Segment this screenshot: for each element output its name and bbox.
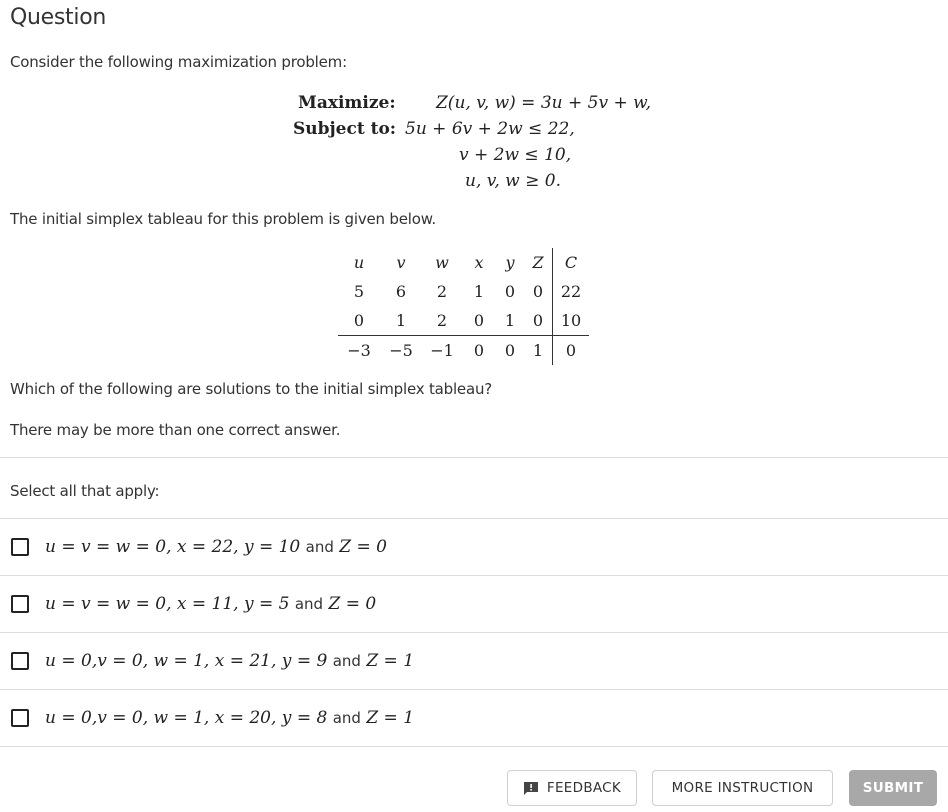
tableau-cell: 5 bbox=[353, 282, 365, 301]
submit-label: SUBMIT bbox=[862, 780, 924, 796]
feedback-icon bbox=[523, 781, 538, 795]
tableau-header: v bbox=[396, 253, 406, 272]
tableau-row: 0 1 2 0 1 0 10 bbox=[338, 306, 589, 336]
option-label[interactable]: u = v = w = 0, x = 11, y = 5 and Z = 0 bbox=[45, 594, 376, 614]
answer-option[interactable]: u = v = w = 0, x = 22, y = 10 and Z = 0 bbox=[0, 519, 948, 575]
tableau-cell: 0 bbox=[496, 335, 524, 365]
tableau-row: 5 6 2 1 0 0 22 bbox=[338, 277, 589, 306]
divider bbox=[0, 457, 948, 458]
tableau-cell: 1 bbox=[524, 335, 553, 365]
simplex-tableau: u v w x y Z C 5 6 2 1 0 0 22 0 1 2 0 1 0… bbox=[338, 248, 589, 365]
checkbox[interactable] bbox=[11, 652, 29, 670]
more-instruction-button[interactable]: MORE INSTRUCTION bbox=[652, 770, 833, 806]
tableau-cell: 0 bbox=[552, 335, 589, 365]
tableau-header: Z bbox=[532, 253, 544, 272]
tableau-header: u bbox=[353, 253, 365, 272]
tableau-header: y bbox=[505, 253, 515, 272]
tableau-cell: 1 bbox=[504, 311, 516, 330]
tableau-header: C bbox=[552, 248, 589, 277]
checkbox[interactable] bbox=[11, 709, 29, 727]
select-label: Select all that apply: bbox=[10, 482, 160, 500]
tableau-cell: −3 bbox=[338, 335, 380, 365]
submit-button[interactable]: SUBMIT bbox=[849, 770, 937, 806]
constraint-3: u, v, w ≥ 0. bbox=[465, 171, 561, 191]
constraint-2: v + 2w ≤ 10, bbox=[459, 145, 572, 165]
option-label[interactable]: u = v = w = 0, x = 22, y = 10 and Z = 0 bbox=[45, 537, 387, 557]
tableau-header: x bbox=[474, 253, 484, 272]
constraint-row: Subject to: 5u + 6v + 2w ≤ 22, bbox=[293, 116, 651, 142]
tableau-cell: 2 bbox=[436, 311, 448, 330]
checkbox[interactable] bbox=[11, 538, 29, 556]
tableau-cell: 0 bbox=[353, 311, 365, 330]
tableau-cell: −1 bbox=[422, 335, 462, 365]
tableau-cell: 0 bbox=[532, 282, 544, 301]
tableau-cell: 0 bbox=[462, 335, 496, 365]
tableau-header: w bbox=[435, 253, 449, 272]
tableau-objective-row: −3 −5 −1 0 0 1 0 bbox=[338, 335, 589, 365]
feedback-button[interactable]: FEEDBACK bbox=[507, 770, 637, 806]
page-title: Question bbox=[10, 5, 106, 30]
question-text: Which of the following are solutions to … bbox=[10, 380, 493, 398]
tableau-cell: 2 bbox=[436, 282, 448, 301]
tableau-cell: 0 bbox=[473, 311, 485, 330]
constraint-row: u, v, w ≥ 0. bbox=[293, 168, 651, 194]
intro-text: Consider the following maximization prob… bbox=[10, 53, 347, 71]
option-label[interactable]: u = 0,v = 0, w = 1, x = 21, y = 9 and Z … bbox=[45, 651, 414, 671]
answer-option[interactable]: u = 0,v = 0, w = 1, x = 21, y = 9 and Z … bbox=[0, 633, 948, 689]
maximize-label: Maximize: bbox=[298, 93, 396, 113]
constraint-1: 5u + 6v + 2w ≤ 22, bbox=[405, 119, 575, 139]
tableau-intro: The initial simplex tableau for this pro… bbox=[10, 210, 436, 228]
tableau-header-row: u v w x y Z C bbox=[338, 248, 589, 277]
tableau-cell: 6 bbox=[395, 282, 407, 301]
problem-statement: Maximize: Z(u, v, w) = 3u + 5v + w, Subje… bbox=[293, 90, 651, 194]
tableau-cell: 1 bbox=[395, 311, 407, 330]
tableau-cell: 0 bbox=[532, 311, 544, 330]
objective-function: Z(u, v, w) = 3u + 5v + w, bbox=[436, 93, 652, 113]
tableau-cell: 1 bbox=[473, 282, 485, 301]
more-instruction-label: MORE INSTRUCTION bbox=[671, 780, 814, 796]
tableau-cell: 0 bbox=[504, 282, 516, 301]
constraint-row: v + 2w ≤ 10, bbox=[293, 142, 651, 168]
checkbox[interactable] bbox=[11, 595, 29, 613]
tableau-cell: 10 bbox=[552, 306, 589, 336]
tableau-cell: −5 bbox=[380, 335, 422, 365]
objective-row: Maximize: Z(u, v, w) = 3u + 5v + w, bbox=[293, 90, 651, 116]
hint-text: There may be more than one correct answe… bbox=[10, 421, 341, 439]
tableau-cell: 22 bbox=[552, 277, 589, 306]
answer-option[interactable]: u = 0,v = 0, w = 1, x = 20, y = 8 and Z … bbox=[0, 690, 948, 746]
feedback-label: FEEDBACK bbox=[546, 780, 622, 796]
answer-option[interactable]: u = v = w = 0, x = 11, y = 5 and Z = 0 bbox=[0, 576, 948, 632]
divider bbox=[0, 746, 948, 747]
option-label[interactable]: u = 0,v = 0, w = 1, x = 20, y = 8 and Z … bbox=[45, 708, 414, 728]
subject-to-label: Subject to: bbox=[293, 119, 397, 139]
